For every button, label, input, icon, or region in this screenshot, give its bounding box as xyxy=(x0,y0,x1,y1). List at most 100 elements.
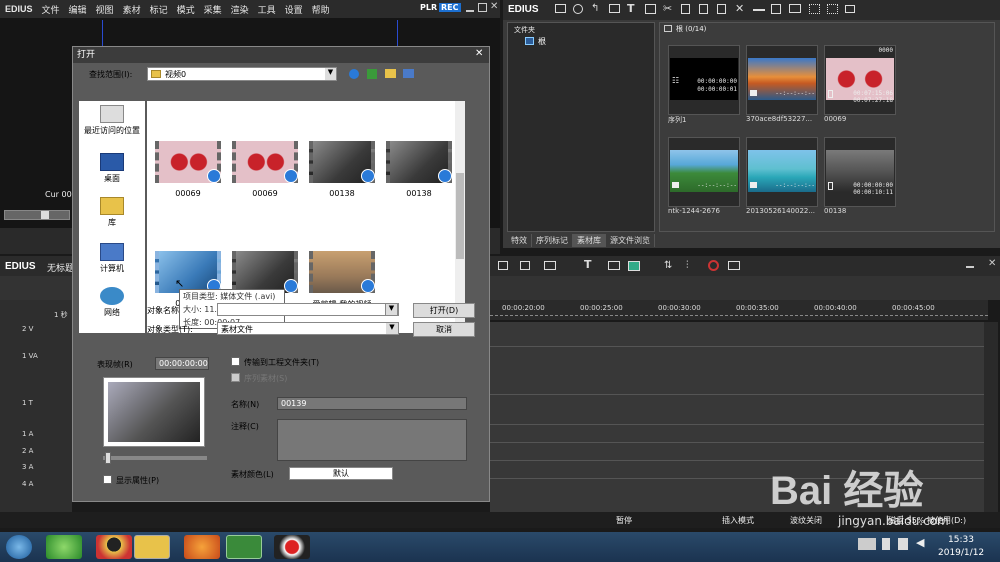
menu-render[interactable]: 渲染 xyxy=(231,3,249,16)
preview-timecode[interactable]: 00:00:00:00 xyxy=(155,357,209,370)
add-to-timeline-icon[interactable] xyxy=(753,9,765,11)
place-desktop[interactable]: 桌面 xyxy=(79,153,145,184)
minimize-icon[interactable] xyxy=(466,4,474,12)
close-icon[interactable]: ✕ xyxy=(490,1,498,12)
lookin-select[interactable]: 视频0 ▼ xyxy=(147,67,337,81)
color-bar-icon[interactable] xyxy=(645,4,656,14)
transfer-icon[interactable] xyxy=(771,4,781,14)
menu-marker[interactable]: 标记 xyxy=(150,3,168,16)
show-props-checkbox[interactable] xyxy=(103,475,112,484)
tray-keyboard-icon[interactable] xyxy=(858,538,876,550)
menu-mode[interactable]: 模式 xyxy=(177,3,195,16)
transfer-checkbox[interactable] xyxy=(231,357,240,366)
place-computer[interactable]: 计算机 xyxy=(79,243,145,274)
new-folder-icon[interactable] xyxy=(385,69,396,78)
up-folder-icon[interactable]: ↰ xyxy=(591,3,599,14)
track-header-1t[interactable]: 1 T xyxy=(22,399,72,413)
start-button-icon[interactable] xyxy=(6,535,32,559)
properties-icon[interactable] xyxy=(717,4,726,14)
color-correction-icon[interactable] xyxy=(628,261,640,271)
maximize-icon[interactable] xyxy=(478,3,487,12)
clip-card[interactable]: --:--:--:-- xyxy=(668,137,740,207)
search-icon[interactable] xyxy=(573,4,583,14)
track-header-1va[interactable]: 1 VA xyxy=(22,352,72,366)
timeline-scale[interactable]: 1 秒 xyxy=(54,310,68,320)
menu-clip[interactable]: 素材 xyxy=(123,3,141,16)
menu-settings[interactable]: 设置 xyxy=(285,3,303,16)
toolbar-tool-icon[interactable] xyxy=(520,261,530,270)
thumbnail-view-icon[interactable] xyxy=(827,4,838,14)
filename-input[interactable] xyxy=(217,303,399,316)
comment-textarea[interactable] xyxy=(277,419,467,461)
tab-effects[interactable]: 特效 xyxy=(507,234,532,247)
clip-card[interactable]: --:--:--:-- xyxy=(746,137,818,207)
record-icon[interactable] xyxy=(708,260,719,271)
timeline-vscroll[interactable] xyxy=(984,322,998,512)
add-track-icon[interactable]: ⇅ xyxy=(664,260,672,271)
title-icon[interactable]: T xyxy=(627,2,635,15)
tab-asset-bin[interactable]: 素材库 xyxy=(573,234,606,247)
cancel-button[interactable]: 取消 xyxy=(413,322,475,337)
view-menu-icon[interactable] xyxy=(403,69,414,78)
file-list-vscroll[interactable] xyxy=(455,101,465,333)
layout-icon[interactable] xyxy=(728,261,740,270)
record-icon[interactable] xyxy=(789,4,801,13)
bin-menu-icon[interactable] xyxy=(845,5,855,13)
taskbar-app-edius-icon[interactable] xyxy=(226,535,262,559)
taskbar-time[interactable]: 15:33 xyxy=(948,535,974,545)
taskbar-date[interactable]: 2019/1/12 xyxy=(938,548,984,558)
preview-slider[interactable] xyxy=(103,452,207,464)
scroll-thumb[interactable] xyxy=(456,173,464,259)
timeline-ruler[interactable]: 00:00:20:00 00:00:25:00 00:00:30:00 00:0… xyxy=(490,300,988,320)
view-mode-icon[interactable] xyxy=(809,4,820,14)
taskbar-app-explorer-icon[interactable] xyxy=(134,535,170,559)
tray-network-icon[interactable] xyxy=(898,538,908,550)
chevron-down-icon[interactable]: ▼ xyxy=(325,68,336,80)
toolbar-tool-icon[interactable] xyxy=(498,261,508,270)
track-header-3a[interactable]: 3 A xyxy=(22,463,72,477)
title-icon[interactable]: T xyxy=(584,258,592,271)
track-header-2v[interactable]: 2 V xyxy=(22,325,72,339)
up-level-icon[interactable] xyxy=(367,69,377,79)
paste-icon[interactable] xyxy=(699,4,708,14)
place-recent[interactable]: 最近访问的位置 xyxy=(79,105,145,136)
copy-icon[interactable] xyxy=(681,4,690,14)
open-clip-icon[interactable] xyxy=(609,4,620,13)
tab-source-browser[interactable]: 源文件浏览 xyxy=(606,234,655,247)
taskbar-app-recorder-icon[interactable] xyxy=(274,535,310,559)
place-network[interactable]: 网络 xyxy=(79,287,145,318)
clip-card[interactable]: 0000 00:07:15:06 00:07:27:18 xyxy=(824,45,896,115)
tray-volume-icon[interactable]: ◀ xyxy=(916,536,924,549)
taskbar-app-firefox-icon[interactable] xyxy=(184,535,220,559)
clip-card[interactable]: --:--:--:-- xyxy=(746,45,818,115)
track-header-4a[interactable]: 4 A xyxy=(22,480,72,494)
timeline-close-icon[interactable]: ✕ xyxy=(988,258,996,269)
track-header-1a[interactable]: 1 A xyxy=(22,430,72,444)
open-button[interactable]: 打开(D) xyxy=(413,303,475,318)
menu-view[interactable]: 视图 xyxy=(96,3,114,16)
taskbar-app-qq-icon[interactable] xyxy=(96,535,132,559)
scrubber-handle[interactable] xyxy=(41,211,49,219)
toolbar-tool-icon[interactable] xyxy=(608,261,620,270)
status-ripple[interactable]: 波纹关闭 xyxy=(790,515,822,526)
preview-slider-handle[interactable] xyxy=(105,452,111,464)
track-header-2a[interactable]: 2 A xyxy=(22,447,72,461)
mixer-icon[interactable]: ⫶ xyxy=(686,260,689,271)
menu-tools[interactable]: 工具 xyxy=(258,3,276,16)
place-library[interactable]: 库 xyxy=(79,197,145,228)
menu-capture[interactable]: 采集 xyxy=(204,3,222,16)
player-scrubber[interactable] xyxy=(4,210,70,220)
taskbar-app-360-icon[interactable] xyxy=(46,535,82,559)
filename-dropdown-icon[interactable]: ▼ xyxy=(385,303,398,316)
chevron-down-icon[interactable]: ▼ xyxy=(386,323,398,334)
menu-file[interactable]: 文件 xyxy=(42,3,60,16)
back-icon[interactable] xyxy=(349,69,359,79)
folder-icon[interactable] xyxy=(555,4,566,13)
delete-icon[interactable]: ✕ xyxy=(735,2,744,15)
color-select[interactable]: 默认 xyxy=(289,467,393,480)
tab-sequence-markers[interactable]: 序列标记 xyxy=(532,234,573,247)
clip-card[interactable]: ☷ 00:00:00:00 00:00:00:01 xyxy=(668,45,740,115)
cut-icon[interactable]: ✂ xyxy=(663,2,672,15)
dialog-close-icon[interactable]: ✕ xyxy=(475,48,483,59)
toolbar-tool-icon[interactable] xyxy=(544,261,556,270)
